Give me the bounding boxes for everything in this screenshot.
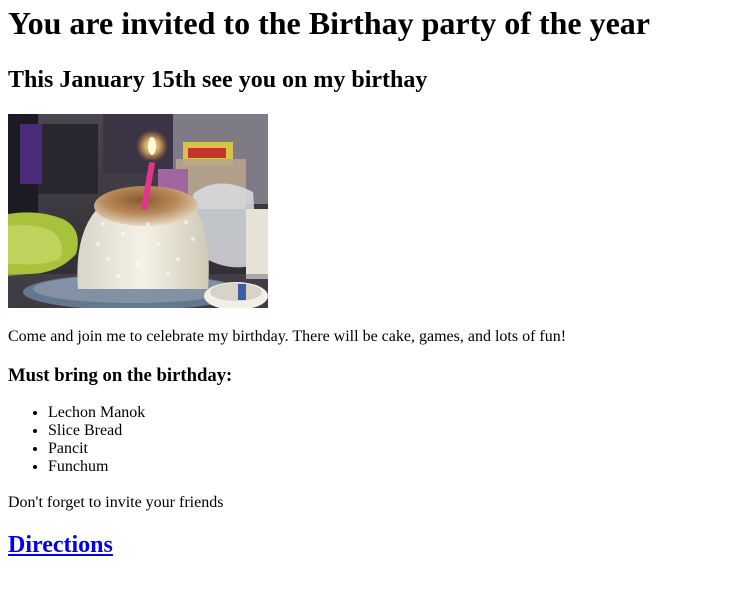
birthday-cake-photo bbox=[8, 114, 268, 308]
directions-link[interactable]: Directions bbox=[8, 532, 113, 558]
reminder-text: Don't forget to invite your friends bbox=[8, 494, 224, 511]
list-item: Lechon Manok bbox=[48, 404, 737, 422]
bring-list: Lechon Manok Slice Bread Pancit Funchum bbox=[8, 404, 737, 476]
page-subtitle: This January 15th see you on my birthay bbox=[8, 67, 428, 93]
list-item: Funchum bbox=[48, 458, 737, 476]
bring-list-title: Must bring on the birthday: bbox=[8, 365, 233, 386]
page: You are invited to the Birthay party of … bbox=[0, 5, 745, 559]
page-title: You are invited to the Birthay party of … bbox=[8, 5, 650, 41]
list-item: Pancit bbox=[48, 440, 737, 458]
invitation-text: Come and join me to celebrate my birthda… bbox=[8, 328, 567, 345]
directions-heading: Directions bbox=[8, 531, 737, 559]
list-item: Slice Bread bbox=[48, 422, 737, 440]
